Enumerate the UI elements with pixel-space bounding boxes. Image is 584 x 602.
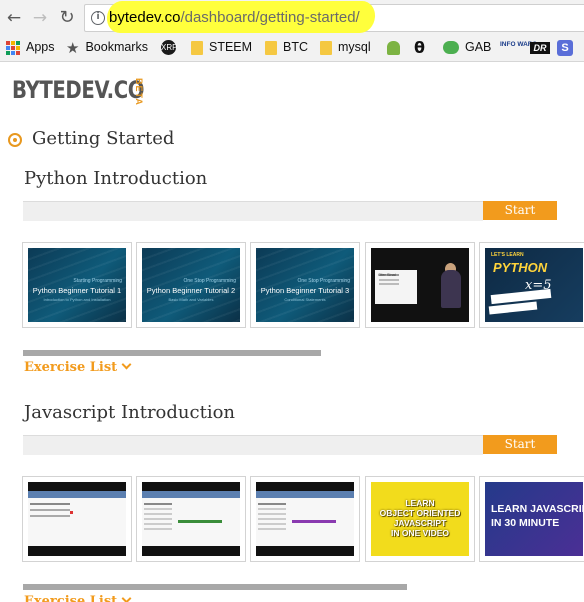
section-title: Getting Started xyxy=(32,128,175,149)
theta-icon: θ xyxy=(414,37,425,57)
thumb-caption: LEARN JAVASCRIPT IN 30 MINUTE xyxy=(491,503,583,529)
bookmark-label: BTC xyxy=(283,40,308,54)
video-thumbnail[interactable]: LET'S LEARN PYTHON x=5 xyxy=(479,242,584,328)
exercise-list-toggle[interactable]: Exercise List xyxy=(24,359,132,375)
back-arrow-icon[interactable]: ← xyxy=(4,8,24,28)
bookmark-theta[interactable]: θ xyxy=(414,38,434,56)
exercise-progress-bar xyxy=(23,350,321,356)
logo-text: BYTEDEV.CO xyxy=(12,76,145,104)
folder-icon xyxy=(320,40,332,55)
bookmark-label: Bookmarks xyxy=(85,40,148,54)
address-bar[interactable]: i bytedev.co/dashboard/getting-started/ xyxy=(84,1,584,33)
infowars-icon: INFO WARS xyxy=(500,40,537,48)
bookmark-label: GAB xyxy=(465,40,492,54)
bookmark-mysql[interactable]: mysql xyxy=(320,38,371,56)
start-button[interactable]: Start xyxy=(483,435,557,454)
course-python: Python Introduction Start Starting Progr… xyxy=(0,168,584,378)
video-thumbnails: LEARN OBJECT ORIENTED JAVASCRIPT IN ONE … xyxy=(22,476,584,562)
video-thumbnail[interactable] xyxy=(136,476,246,562)
thumb-caption-sub: Conditional Statements xyxy=(284,297,326,302)
course-title: Javascript Introduction xyxy=(24,402,235,423)
course-progress-bar xyxy=(23,201,483,221)
thumbnail-image: Starting Programming Python Beginner Tut… xyxy=(28,248,126,322)
bookmark-label: mysql xyxy=(338,40,371,54)
url-host: bytedev.co xyxy=(109,9,181,26)
bookmark-steem[interactable]: STEEM xyxy=(191,38,252,56)
thumb-caption-sub: Basic Math and Variables xyxy=(168,297,214,302)
url-text[interactable]: bytedev.co/dashboard/getting-started/ xyxy=(109,8,360,28)
bookmark-infowars[interactable]: INFO WARS xyxy=(500,38,537,56)
thumbnail-image xyxy=(142,482,240,556)
thumb-tag: LET'S LEARN xyxy=(491,252,524,258)
info-icon[interactable]: i xyxy=(91,11,105,25)
site-logo[interactable]: BYTEDEV.CO BETA xyxy=(12,76,173,106)
compass-icon xyxy=(8,133,22,147)
course-progress-bar xyxy=(23,435,483,455)
video-thumbnail[interactable]: Ofer Sinai xyxy=(365,242,475,328)
video-thumbnail[interactable] xyxy=(22,476,132,562)
bookmark-s[interactable]: S xyxy=(557,38,579,56)
video-thumbnail[interactable]: One Stop Programming Python Beginner Tut… xyxy=(136,242,246,328)
bookmark-gab[interactable]: GAB xyxy=(443,38,491,56)
thumb-caption: PYTHON xyxy=(493,260,548,275)
video-thumbnail[interactable]: LEARN OBJECT ORIENTED JAVASCRIPT IN ONE … xyxy=(365,476,475,562)
reload-icon[interactable]: ↻ xyxy=(57,8,77,28)
exercise-list-toggle[interactable]: Exercise List xyxy=(24,593,132,602)
thumbnail-image: LEARN OBJECT ORIENTED JAVASCRIPT IN ONE … xyxy=(371,482,469,556)
thumb-caption-small: One Stop Programming xyxy=(183,278,236,284)
thumb-caption: Python Beginner Tutorial 3 xyxy=(260,286,350,295)
exercise-list-label: Exercise List xyxy=(24,594,118,602)
thumbnail-image: Ofer Sinai xyxy=(371,248,469,322)
forward-arrow-icon[interactable]: → xyxy=(30,8,50,28)
thumb-caption: Python Beginner Tutorial 1 xyxy=(32,286,122,295)
bookmark-label: Apps xyxy=(26,40,55,54)
thumb-caption-sub: Introduction to Python and Installation xyxy=(43,297,111,302)
url-path: /dashboard/getting-started/ xyxy=(180,9,360,26)
thumbnail-image: LET'S LEARN PYTHON x=5 xyxy=(485,248,583,322)
chevron-down-icon xyxy=(121,359,132,370)
beta-badge: BETA xyxy=(134,78,144,106)
exercise-list-label: Exercise List xyxy=(24,360,118,375)
bookmark-android[interactable] xyxy=(387,38,406,56)
thumbnail-image: One Stop Programming Python Beginner Tut… xyxy=(256,248,354,322)
folder-icon xyxy=(191,40,203,55)
thumb-caption-small: One Stop Programming xyxy=(297,278,350,284)
bookmark-label: STEEM xyxy=(209,40,253,54)
star-icon: ★ xyxy=(66,38,80,57)
video-thumbnail[interactable]: LEARN JAVASCRIPT IN 30 MINUTE xyxy=(479,476,584,562)
bookmark-bookmarks[interactable]: ★ Bookmarks xyxy=(66,38,148,57)
video-thumbnail[interactable] xyxy=(250,476,360,562)
drudge-icon: DR xyxy=(530,41,550,54)
start-button[interactable]: Start xyxy=(483,201,557,220)
video-thumbnails: Starting Programming Python Beginner Tut… xyxy=(22,242,584,328)
bookmark-xrp[interactable]: XRP xyxy=(161,38,182,56)
frog-icon xyxy=(443,41,459,55)
thumb-caption: LEARN OBJECT ORIENTED JAVASCRIPT IN ONE … xyxy=(379,498,461,538)
apps-grid-icon xyxy=(6,40,20,55)
course-javascript: Javascript Introduction Start LEARN OBJE… xyxy=(0,402,584,602)
thumb-caption-small: Starting Programming xyxy=(73,278,122,284)
thumbnail-image xyxy=(28,482,126,556)
folder-icon xyxy=(265,40,277,55)
bookmark-btc[interactable]: BTC xyxy=(265,38,308,56)
thumbnail-image: One Stop Programming Python Beginner Tut… xyxy=(142,248,240,322)
chevron-down-icon xyxy=(121,593,132,602)
xrp-circle-icon: XRP xyxy=(161,40,177,56)
thumb-caption: Python Beginner Tutorial 2 xyxy=(146,286,236,295)
exercise-progress-bar xyxy=(23,584,407,590)
bookmarks-bar: Apps ★ Bookmarks XRP STEEM BTC mysql θ GA… xyxy=(0,36,584,58)
s-app-icon: S xyxy=(557,39,573,56)
browser-chrome: ← → ↻ i bytedev.co/dashboard/getting-sta… xyxy=(0,0,584,62)
bookmark-apps[interactable]: Apps xyxy=(6,38,55,56)
thumbnail-image xyxy=(256,482,354,556)
video-thumbnail[interactable]: One Stop Programming Python Beginner Tut… xyxy=(250,242,360,328)
android-icon xyxy=(387,40,400,55)
course-title: Python Introduction xyxy=(24,168,208,189)
thumbnail-image: LEARN JAVASCRIPT IN 30 MINUTE xyxy=(485,482,583,556)
video-thumbnail[interactable]: Starting Programming Python Beginner Tut… xyxy=(22,242,132,328)
thumb-slide-title: Ofer Sinai xyxy=(378,272,396,277)
bookmark-drudge[interactable]: DR xyxy=(530,38,556,56)
